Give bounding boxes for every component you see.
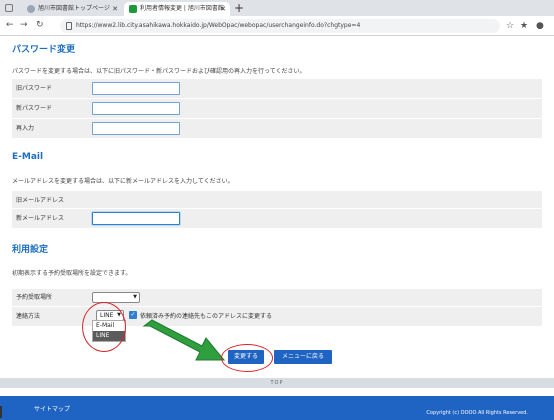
new-email-row: 新メールアドレス <box>12 208 542 228</box>
new-tab-button[interactable]: + <box>234 0 244 16</box>
back-arrow-icon[interactable]: ← <box>6 19 14 32</box>
contact-method-label: 連絡方法 <box>16 313 41 320</box>
page-footer: サイトマップ Copyright (c) OOOO All Rights Res… <box>0 396 554 420</box>
tab-favicon-icon <box>129 5 137 13</box>
confirm-password-input[interactable] <box>92 122 180 135</box>
pickup-location-label: 予約受取場所 <box>16 294 53 301</box>
forward-arrow-icon[interactable]: → <box>20 19 28 32</box>
copyright-text: Copyright (c) OOOO All Rights Reserved. <box>426 410 528 416</box>
new-password-label: 新パスワード <box>16 105 53 112</box>
reload-icon[interactable]: ↻ <box>36 19 44 32</box>
sitemap-link[interactable]: サイトマップ <box>34 404 70 413</box>
tab-1-label: 旭川市図書館トップページ <box>38 5 110 12</box>
new-password-row: 新パスワード <box>12 98 542 118</box>
url-field[interactable]: https://www2.lib.city.asahikawa.hokkaido… <box>60 19 500 33</box>
browser-tab-2-active[interactable]: 利用者情報変更 | 旭川市図書館 ✕ <box>124 2 230 16</box>
pickup-location-select[interactable]: ▼ <box>92 292 140 303</box>
update-reservations-checkbox[interactable]: ✓ <box>129 311 137 319</box>
back-to-top-link[interactable]: TOP <box>0 378 554 388</box>
edge-marker <box>0 406 2 418</box>
usage-section-description: 初期表示する予約受取場所を設定できます。 <box>12 270 132 277</box>
profile-icon[interactable]: ● <box>536 19 544 33</box>
lock-icon[interactable] <box>66 22 72 30</box>
pickup-location-row: 予約受取場所 ▼ <box>12 288 542 306</box>
annotation-circle-save <box>221 344 273 372</box>
old-password-label: 旧パスワード <box>16 85 53 92</box>
favorites-list-icon[interactable]: ★ <box>520 19 528 33</box>
old-email-row: 旧メールアドレス <box>12 190 542 210</box>
tab-2-label: 利用者情報変更 | 旭川市図書館 <box>140 5 224 12</box>
window-menu-icon[interactable] <box>5 4 13 12</box>
new-password-input[interactable] <box>92 102 180 115</box>
tab-close-icon[interactable]: ✕ <box>220 2 226 16</box>
annotation-arrow-icon <box>142 319 226 361</box>
url-text: https://www2.lib.city.asahikawa.hokkaido… <box>76 22 361 29</box>
old-password-input[interactable] <box>92 82 180 95</box>
new-email-label: 新メールアドレス <box>16 215 65 222</box>
usage-section-title: 利用設定 <box>12 245 49 255</box>
email-section-description: メールアドレスを変更する場合は、以下に新メールアドレスを入力してください。 <box>12 178 234 185</box>
email-section-title: E-Mail <box>12 152 44 162</box>
tab-favicon-icon <box>27 5 35 13</box>
password-section-description: パスワードを変更する場合は、以下に旧パスワード・新パスワードおよび確認用の再入力… <box>12 68 306 75</box>
password-section-title: パスワード変更 <box>12 45 76 55</box>
browser-tab-bar: 旭川市図書館トップページ ✕ 利用者情報変更 | 旭川市図書館 ✕ + <box>0 0 554 16</box>
browser-tab-1[interactable]: 旭川市図書館トップページ ✕ <box>22 2 122 16</box>
back-to-menu-button[interactable]: メニューに戻る <box>274 350 332 364</box>
confirm-password-label: 再入力 <box>16 125 35 132</box>
chevron-down-icon: ▼ <box>133 294 137 300</box>
confirm-password-row: 再入力 <box>12 118 542 138</box>
favorite-star-icon[interactable]: ☆ <box>506 19 514 33</box>
tab-close-icon[interactable]: ✕ <box>112 2 118 16</box>
annotation-circle-select <box>82 302 126 352</box>
browser-address-bar: ← → ↻ https://www2.lib.city.asahikawa.ho… <box>0 16 554 36</box>
new-email-input[interactable] <box>92 212 180 225</box>
old-password-row: 旧パスワード <box>12 78 542 98</box>
